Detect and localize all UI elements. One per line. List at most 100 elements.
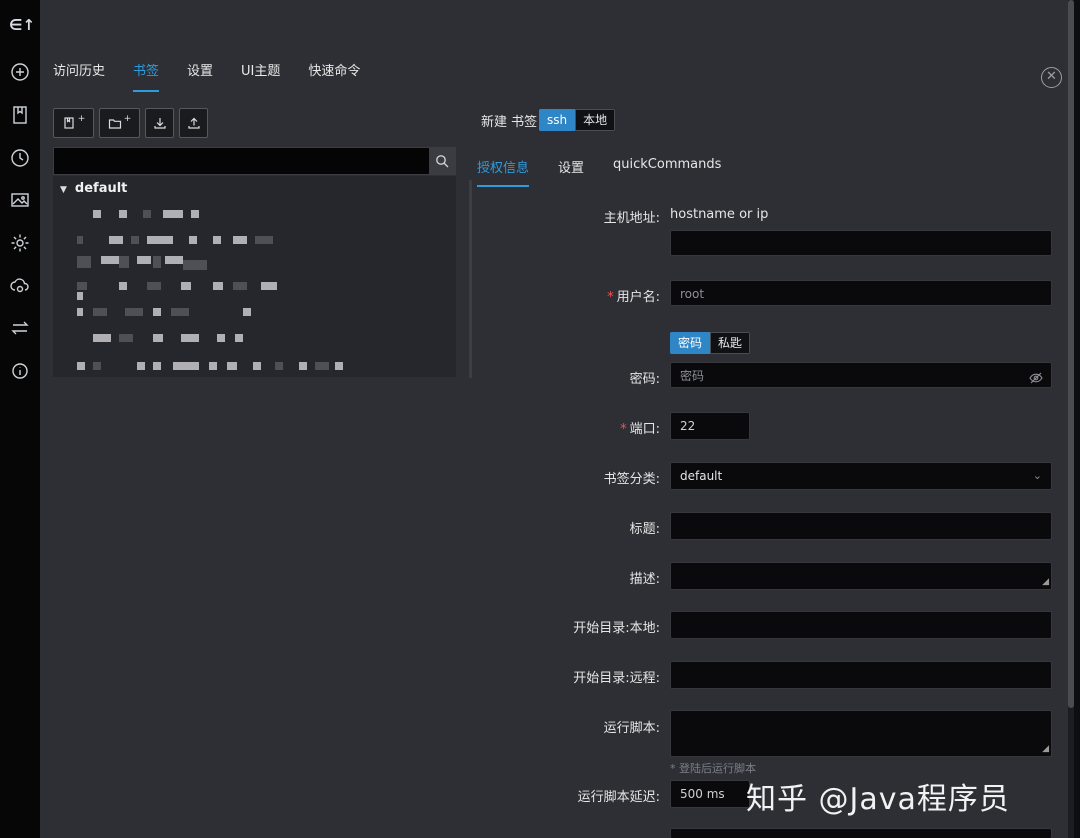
blurred-entry[interactable] (165, 256, 183, 264)
bookmark-search-input[interactable] (53, 147, 456, 175)
blurred-entry[interactable] (213, 282, 223, 290)
blurred-entry[interactable] (109, 236, 123, 244)
blurred-entry[interactable] (315, 362, 329, 370)
info-icon[interactable] (10, 361, 30, 381)
blurred-entry[interactable] (163, 210, 183, 218)
next-field-input[interactable] (670, 828, 1052, 838)
blurred-entry[interactable] (227, 362, 237, 370)
tree-group-default[interactable]: ▼ default (60, 181, 127, 196)
host-input[interactable] (670, 230, 1052, 256)
blurred-entry[interactable] (101, 256, 119, 264)
blurred-entry[interactable] (77, 282, 87, 290)
tab-quick-commands[interactable]: 快速命令 (308, 60, 360, 92)
tab-bookmarks[interactable]: 书签 (133, 60, 160, 92)
caret-down-icon[interactable]: ▼ (60, 185, 67, 195)
tab-settings[interactable]: 设置 (187, 60, 213, 92)
blurred-entry[interactable] (77, 292, 83, 300)
blurred-entry[interactable] (233, 282, 247, 290)
tab-form-settings[interactable]: 设置 (558, 157, 584, 187)
blurred-entry[interactable] (261, 282, 277, 290)
blurred-entry[interactable] (77, 308, 83, 316)
new-bookmark-button[interactable]: + (53, 108, 94, 138)
scrollbar-thumb[interactable] (1068, 0, 1074, 708)
tab-history[interactable]: 访问历史 (53, 60, 105, 92)
type-local-button[interactable]: 本地 (575, 109, 616, 131)
blurred-entry[interactable] (209, 362, 217, 370)
blurred-entry[interactable] (147, 282, 161, 290)
blurred-entry[interactable] (93, 308, 107, 316)
blurred-entry[interactable] (119, 282, 127, 290)
splitter[interactable] (469, 180, 472, 378)
password-input[interactable]: 密码 (670, 362, 1052, 388)
blurred-entry[interactable] (119, 210, 127, 218)
auth-password-button[interactable]: 密码 (670, 332, 711, 354)
blurred-entry[interactable] (147, 236, 173, 244)
blurred-entry[interactable] (143, 210, 151, 218)
blurred-entry[interactable] (153, 362, 161, 370)
import-button[interactable] (145, 108, 174, 138)
cloud-sync-icon[interactable] (10, 276, 30, 296)
blurred-entry[interactable] (77, 362, 85, 370)
script-delay-input[interactable]: 500 ms (670, 780, 750, 808)
blurred-entry[interactable] (243, 308, 251, 316)
search-icon[interactable] (429, 148, 455, 174)
blurred-entry[interactable] (217, 334, 225, 342)
blurred-entry[interactable] (233, 236, 247, 244)
export-button[interactable] (179, 108, 208, 138)
blurred-entry[interactable] (191, 210, 199, 218)
history-icon[interactable] (10, 148, 30, 168)
blurred-entry[interactable] (181, 334, 199, 342)
scrollbar[interactable] (1068, 0, 1074, 838)
tab-ui-theme[interactable]: UI主题 (241, 60, 280, 92)
tab-quick-commands-form[interactable]: quickCommands (613, 157, 721, 187)
image-icon[interactable] (10, 190, 30, 210)
blurred-entry[interactable] (153, 334, 163, 342)
blurred-entry[interactable] (255, 236, 273, 244)
blurred-entry[interactable] (125, 308, 143, 316)
add-icon[interactable] (10, 62, 30, 82)
blurred-entry[interactable] (171, 308, 189, 316)
blurred-entry[interactable] (93, 210, 101, 218)
type-ssh-button[interactable]: ssh (539, 109, 576, 131)
script-textarea[interactable]: ◢ (670, 710, 1052, 757)
gear-icon[interactable] (10, 233, 30, 253)
username-input[interactable]: root (670, 280, 1052, 306)
blurred-entry[interactable] (153, 256, 161, 268)
title-input[interactable] (670, 512, 1052, 540)
blurred-entry[interactable] (137, 256, 151, 264)
blurred-entry[interactable] (93, 334, 111, 342)
blurred-entry[interactable] (93, 362, 101, 370)
blurred-entry[interactable] (213, 236, 221, 244)
resize-handle-icon[interactable]: ◢ (1042, 745, 1049, 754)
bookmark-icon[interactable] (10, 105, 30, 125)
close-icon[interactable]: ✕ (1041, 67, 1062, 88)
blurred-entry[interactable] (275, 362, 283, 370)
blurred-entry[interactable] (153, 308, 161, 316)
auth-key-button[interactable]: 私匙 (710, 332, 751, 354)
new-folder-button[interactable]: + (99, 108, 140, 138)
blurred-entry[interactable] (119, 256, 129, 268)
blurred-entry[interactable] (131, 236, 139, 244)
resize-handle-icon[interactable]: ◢ (1042, 578, 1049, 587)
blurred-entry[interactable] (77, 256, 91, 268)
blurred-entry[interactable] (299, 362, 307, 370)
blurred-entry[interactable] (253, 362, 261, 370)
category-select[interactable]: default ⌄ (670, 462, 1052, 490)
blurred-entry[interactable] (183, 260, 207, 270)
tab-auth-info[interactable]: 授权信息 (477, 157, 530, 187)
local-dir-input[interactable] (670, 611, 1052, 639)
blurred-entry[interactable] (335, 362, 343, 370)
port-input[interactable]: 22 (670, 412, 750, 440)
blurred-entry[interactable] (119, 334, 133, 342)
eye-off-icon[interactable] (1029, 368, 1043, 394)
transfer-icon[interactable] (10, 318, 30, 338)
description-textarea[interactable]: ◢ (670, 562, 1052, 590)
blurred-entry[interactable] (77, 236, 83, 244)
blurred-entry[interactable] (189, 236, 197, 244)
blurred-entry[interactable] (181, 282, 191, 290)
blurred-entry[interactable] (137, 362, 145, 370)
blurred-entry[interactable] (235, 334, 243, 342)
blurred-entry[interactable] (173, 362, 199, 370)
remote-dir-input[interactable] (670, 661, 1052, 689)
chevron-down-icon[interactable]: ⌄ (1033, 463, 1042, 489)
